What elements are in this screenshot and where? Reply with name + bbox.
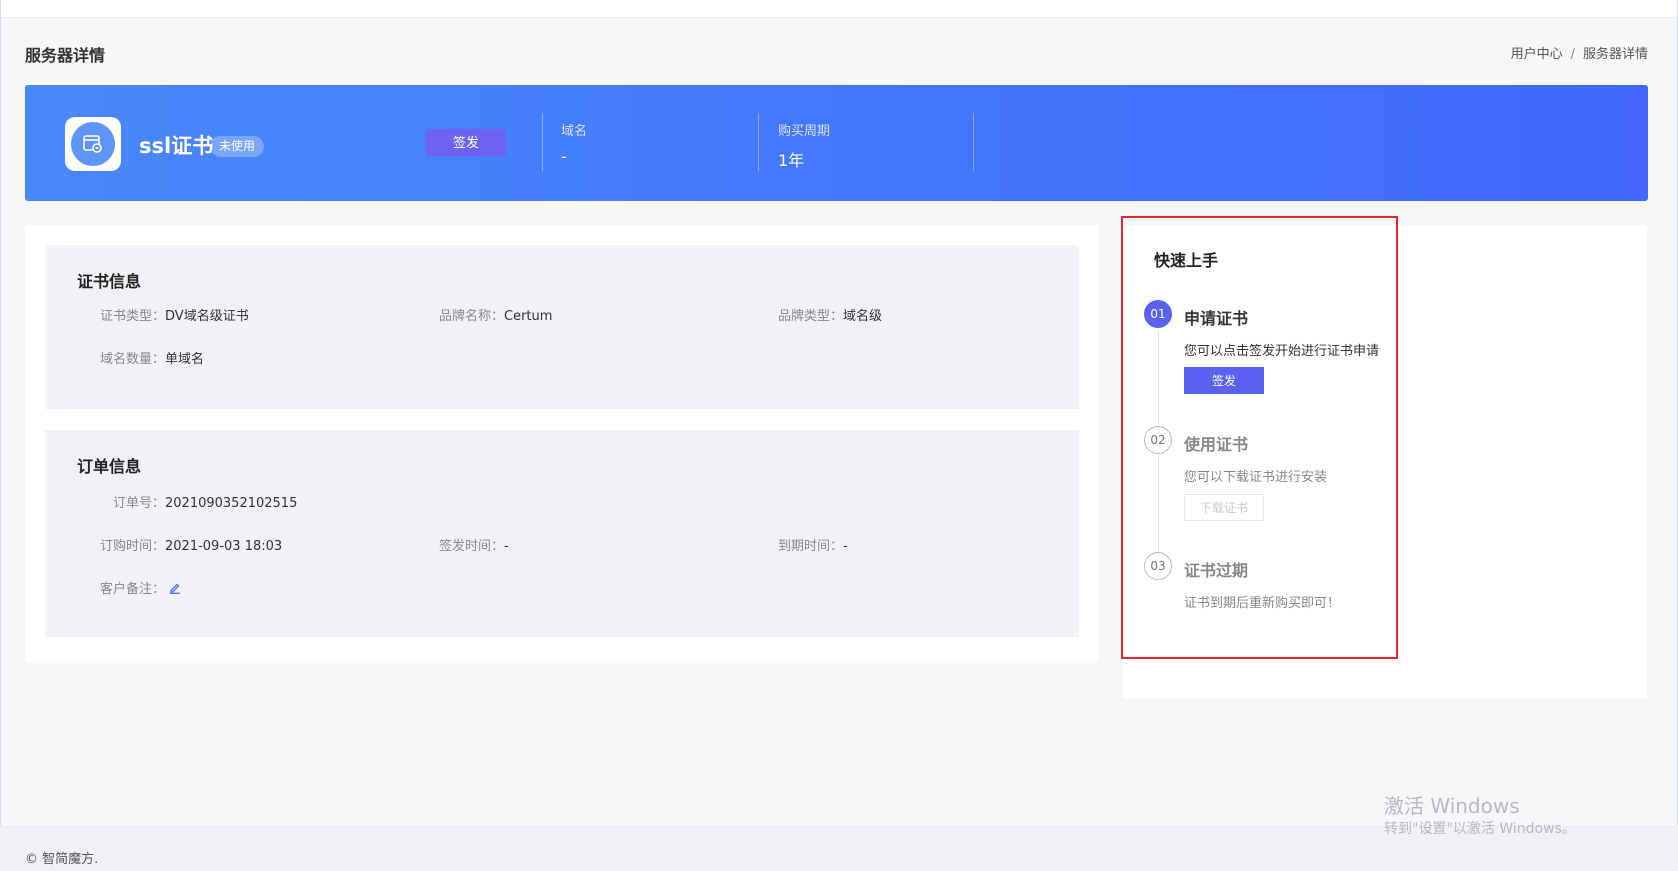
order-no-value: 2021090352102515 [165, 496, 298, 511]
order-time-label: 订购时间： [100, 539, 166, 554]
page-title: 服务器详情 [25, 46, 106, 65]
expire-time-label: 到期时间： [778, 539, 844, 554]
product-name: ssl证书 [139, 134, 214, 158]
step-1-issue-button[interactable]: 签发 [1184, 367, 1264, 394]
period-label: 购买周期 [778, 124, 831, 139]
domain-label: 域名 [561, 124, 588, 139]
quick-start-title: 快速上手 [1154, 251, 1219, 270]
brand-type-field: 品牌类型：域名级 [778, 305, 882, 324]
brand-type-label: 品牌类型： [778, 309, 844, 324]
step-2-number: 02 [1144, 426, 1172, 454]
brand-name-field: 品牌名称：Certum [439, 305, 552, 324]
banner-divider [542, 113, 543, 171]
cert-info-title: 证书信息 [77, 272, 142, 291]
brand-name-label: 品牌名称： [439, 309, 505, 324]
brand-name-value: Certum [504, 309, 553, 324]
step-3-title: 证书过期 [1184, 561, 1249, 580]
remark-field: 客户备注： [100, 578, 181, 598]
period-value: 1年 [778, 151, 805, 170]
step-2-download-button[interactable]: 下载证书 [1184, 494, 1264, 521]
top-bar [0, 0, 1678, 18]
issue-time-label: 签发时间： [439, 539, 505, 554]
domain-count-label: 域名数量： [100, 352, 166, 367]
banner-divider [973, 113, 974, 171]
order-info-title: 订单信息 [77, 457, 142, 476]
brand-type-value: 域名级 [843, 309, 883, 324]
remark-label: 客户备注： [100, 582, 166, 597]
status-badge: 未使用 [210, 136, 265, 157]
breadcrumb-current: 服务器详情 [1582, 47, 1648, 62]
expire-time-value: - [843, 539, 848, 554]
step-2-title: 使用证书 [1184, 435, 1249, 454]
certificate-icon [71, 122, 115, 166]
step-1-desc: 您可以点击签发开始进行证书申请 [1184, 344, 1380, 359]
order-no-field: 订单号：2021090352102515 [113, 492, 297, 511]
windows-activation-subtitle: 转到"设置"以激活 Windows。 [1384, 821, 1576, 837]
expire-time-field: 到期时间：- [778, 535, 848, 554]
edit-icon[interactable] [169, 582, 181, 598]
step-1-number: 01 [1144, 300, 1172, 328]
product-logo [65, 117, 121, 171]
banner-divider [758, 113, 759, 171]
issue-button[interactable]: 签发 [426, 129, 506, 156]
cert-type-field: 证书类型：DV域名级证书 [100, 305, 249, 324]
order-time-field: 订购时间：2021-09-03 18:03 [100, 535, 282, 554]
breadcrumb: 用户中心 / 服务器详情 [1511, 43, 1648, 62]
step-2-desc: 您可以下载证书进行安装 [1184, 470, 1328, 485]
step-3-number: 03 [1144, 552, 1172, 580]
windows-activation-title: 激活 Windows [1384, 794, 1520, 818]
step-3-desc: 证书到期后重新购买即可！ [1184, 596, 1341, 611]
breadcrumb-separator: / [1570, 47, 1575, 62]
order-time-value: 2021-09-03 18:03 [165, 539, 283, 554]
order-info-block: 订单信息 订单号：2021090352102515 订购时间：2021-09-0… [45, 430, 1079, 637]
domain-count-value: 单域名 [165, 352, 205, 367]
issue-time-field: 签发时间：- [439, 535, 509, 554]
order-no-label: 订单号： [113, 496, 166, 511]
issue-time-value: - [504, 539, 509, 554]
product-banner: ssl证书 未使用 签发 域名 - 购买周期 1年 [25, 85, 1648, 201]
cert-type-value: DV域名级证书 [165, 309, 249, 324]
breadcrumb-home[interactable]: 用户中心 [1511, 47, 1563, 62]
window-left-edge [0, 0, 1, 871]
domain-count-field: 域名数量：单域名 [100, 348, 204, 367]
detail-card: 证书信息 证书类型：DV域名级证书 品牌名称：Certum 品牌类型：域名级 域… [25, 225, 1099, 662]
domain-value: - [561, 147, 567, 166]
step-1-title: 申请证书 [1184, 309, 1249, 328]
copyright-text: © 智简魔方. [25, 852, 99, 867]
cert-type-label: 证书类型： [100, 309, 166, 324]
cert-info-block: 证书信息 证书类型：DV域名级证书 品牌名称：Certum 品牌类型：域名级 域… [45, 245, 1079, 409]
